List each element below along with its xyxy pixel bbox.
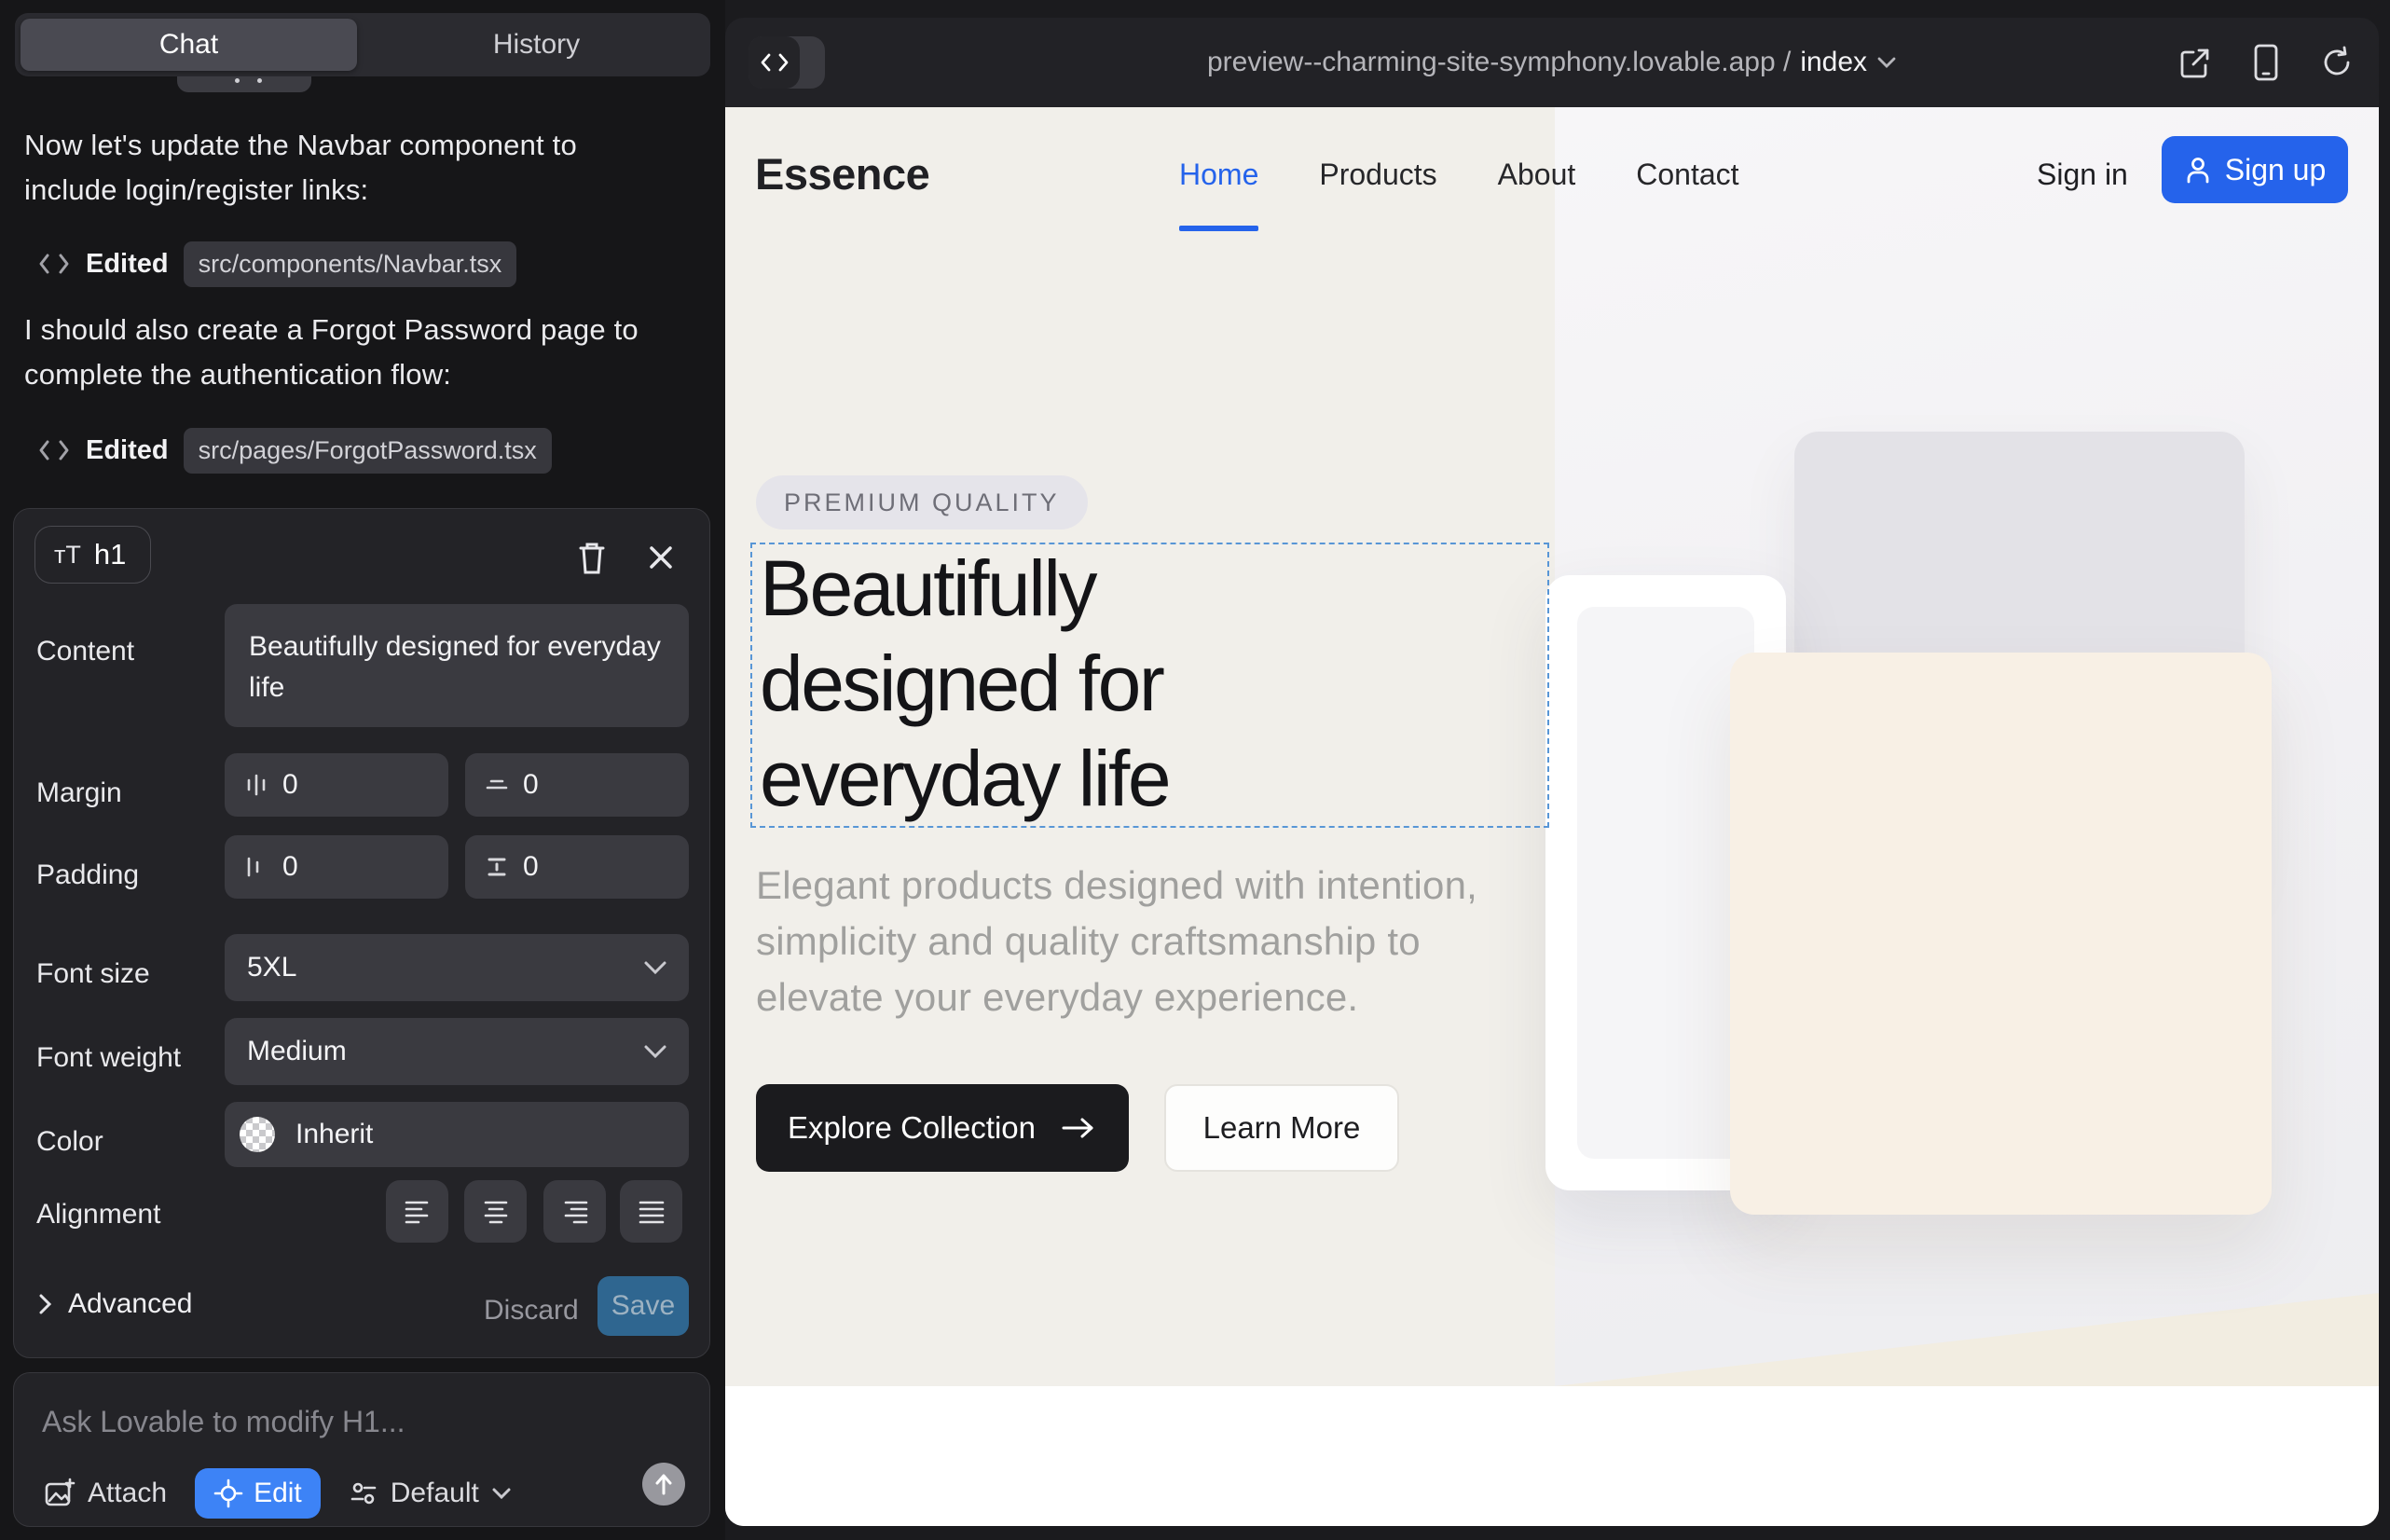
edited-file-row[interactable]: Edited src/components/Navbar.tsx [37,241,516,287]
site-viewport: Essence Home Products About Contact Sign… [725,107,2379,1526]
font-weight-select[interactable]: Medium [225,1018,689,1085]
discard-button[interactable]: Discard [484,1295,579,1327]
padding-y-input[interactable]: 0 [465,835,689,899]
learn-more-button[interactable]: Learn More [1164,1084,1399,1172]
edited-label: Edited [86,435,169,466]
next-section [725,1386,2379,1526]
chevron-down-icon [642,1043,668,1060]
close-editor-button[interactable] [640,537,681,578]
site-navbar: Essence Home Products About Contact Sign… [725,107,2379,247]
save-button[interactable]: Save [598,1276,689,1336]
sidebar-tabbar: Chat History [15,13,710,76]
sign-up-button[interactable]: Sign up [2162,136,2348,203]
font-weight-label: Font weight [36,1042,181,1074]
color-label: Color [36,1126,103,1158]
arrow-right-icon [1060,1115,1097,1141]
url-bar[interactable]: preview--charming-site-symphony.lovable.… [725,18,2379,107]
align-right-icon [559,1197,591,1227]
align-left-button[interactable] [386,1180,448,1243]
margin-y-icon [484,772,510,798]
selected-element-badge[interactable]: тT h1 [34,526,151,584]
padding-label: Padding [36,859,139,891]
trash-icon [575,539,609,576]
hero-paragraph: Elegant products designed with intention… [756,858,1539,1025]
align-center-button[interactable] [464,1180,527,1243]
color-swatch [240,1117,275,1152]
align-justify-button[interactable] [620,1180,682,1243]
sliders-icon [349,1478,378,1508]
chevron-down-icon [491,1487,512,1500]
external-link-icon[interactable] [2177,45,2213,80]
margin-label: Margin [36,777,122,809]
hero-badge: PREMIUM QUALITY [756,475,1088,529]
hero-heading[interactable]: Beautifully designed for everyday life [760,541,1356,826]
code-icon [37,250,71,278]
margin-y-input[interactable]: 0 [465,753,689,817]
margin-x-icon [243,772,269,798]
font-size-label: Font size [36,958,150,990]
chat-sidebar: Chat History Now let's update the Navbar… [0,0,725,1540]
decorative-card-beige [1730,653,2272,1215]
align-justify-icon [636,1197,667,1227]
tab-chat[interactable]: Chat [21,19,357,71]
align-center-icon [480,1197,512,1227]
chevron-right-icon [36,1291,53,1317]
delete-element-button[interactable] [571,537,612,578]
nav-link-about[interactable]: About [1498,158,1576,192]
preview-chrome: preview--charming-site-symphony.lovable.… [725,18,2379,107]
send-button[interactable] [642,1463,685,1506]
file-chip[interactable]: src/components/Navbar.tsx [184,241,517,287]
selected-h1-outline[interactable]: Beautifully designed for everyday life [750,543,1549,828]
element-tag: h1 [94,538,126,571]
attach-button[interactable]: Attach [42,1477,167,1510]
color-input[interactable]: Inherit [225,1102,689,1167]
content-input[interactable]: Beautifully designed for everyday life [225,604,689,727]
url-domain: preview--charming-site-symphony.lovable.… [1207,47,1791,78]
chevron-down-icon [642,959,668,976]
padding-y-icon [484,854,510,880]
padding-x-input[interactable]: 0 [225,835,448,899]
chevron-down-icon [1876,56,1897,69]
align-right-button[interactable] [543,1180,606,1243]
mobile-icon[interactable] [2252,43,2280,82]
element-editor-panel: тT h1 Content Beautifully designed for e… [13,508,710,1358]
align-left-icon [402,1197,433,1227]
edited-label: Edited [86,249,169,280]
close-icon [645,542,677,573]
attach-image-icon [42,1477,76,1510]
nav-link-products[interactable]: Products [1319,158,1436,192]
send-arrow-icon [652,1472,675,1496]
chat-message: Now let's update the Navbar component to… [24,123,677,213]
content-label: Content [36,636,134,667]
nav-link-contact[interactable]: Contact [1636,158,1738,192]
tab-history[interactable]: History [368,19,705,71]
edited-file-row[interactable]: Edited src/pages/ForgotPassword.tsx [37,427,552,474]
explore-collection-button[interactable]: Explore Collection [756,1084,1129,1172]
chat-composer[interactable]: Ask Lovable to modify H1... Attach Edit … [13,1372,710,1527]
composer-input[interactable]: Ask Lovable to modify H1... [42,1405,405,1439]
sign-in-link[interactable]: Sign in [2037,158,2128,192]
site-logo[interactable]: Essence [755,148,929,199]
advanced-toggle[interactable]: Advanced [36,1288,192,1320]
padding-x-icon [243,854,269,880]
url-page[interactable]: index [1800,47,1867,78]
refresh-icon[interactable] [2319,45,2355,80]
margin-x-input[interactable]: 0 [225,753,448,817]
mode-select[interactable]: Default [349,1478,512,1509]
nav-link-home[interactable]: Home [1179,158,1258,192]
alignment-label: Alignment [36,1199,160,1231]
clipped-file-chip [177,76,311,92]
user-icon [2184,155,2212,185]
type-icon: тT [54,541,81,570]
edit-mode-button[interactable]: Edit [195,1468,321,1519]
preview-panel: preview--charming-site-symphony.lovable.… [725,18,2379,1526]
chat-message: I should also create a Forgot Password p… [24,308,677,397]
font-size-select[interactable]: 5XL [225,934,689,1001]
code-icon [37,436,71,464]
file-chip[interactable]: src/pages/ForgotPassword.tsx [184,428,552,474]
edit-target-icon [213,1478,243,1508]
